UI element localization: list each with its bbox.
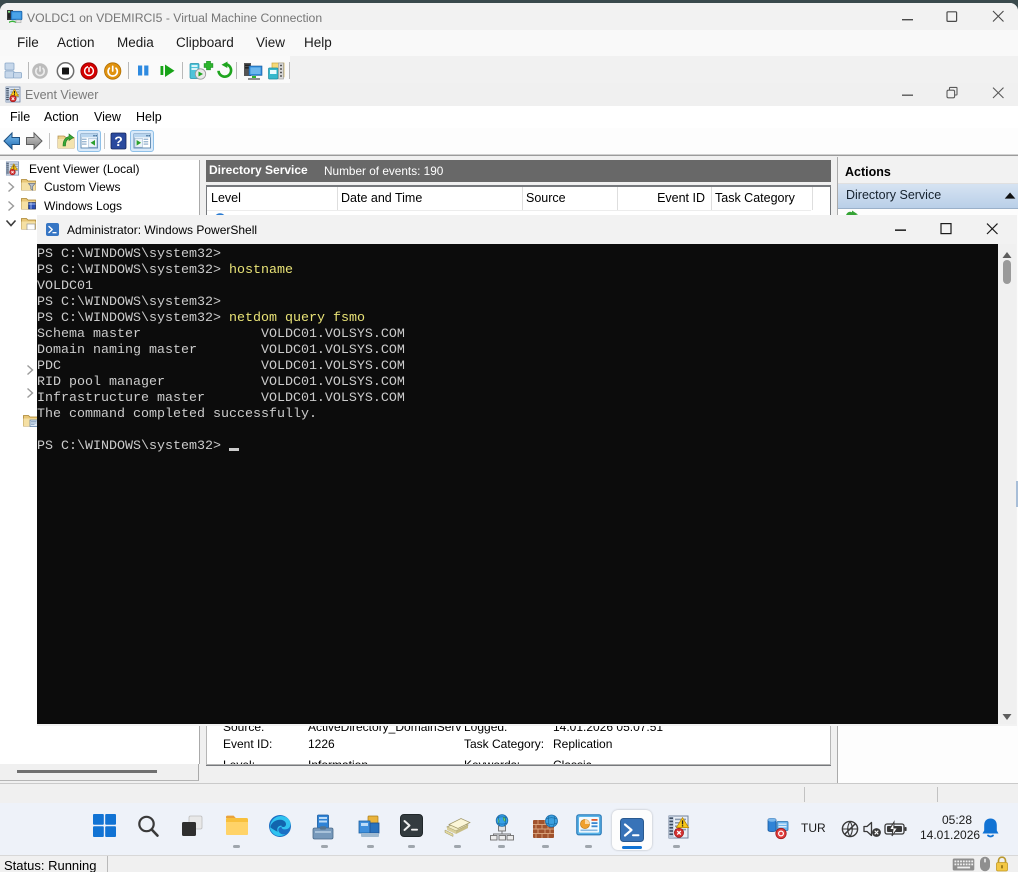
svg-text:?: ? [114, 133, 123, 149]
